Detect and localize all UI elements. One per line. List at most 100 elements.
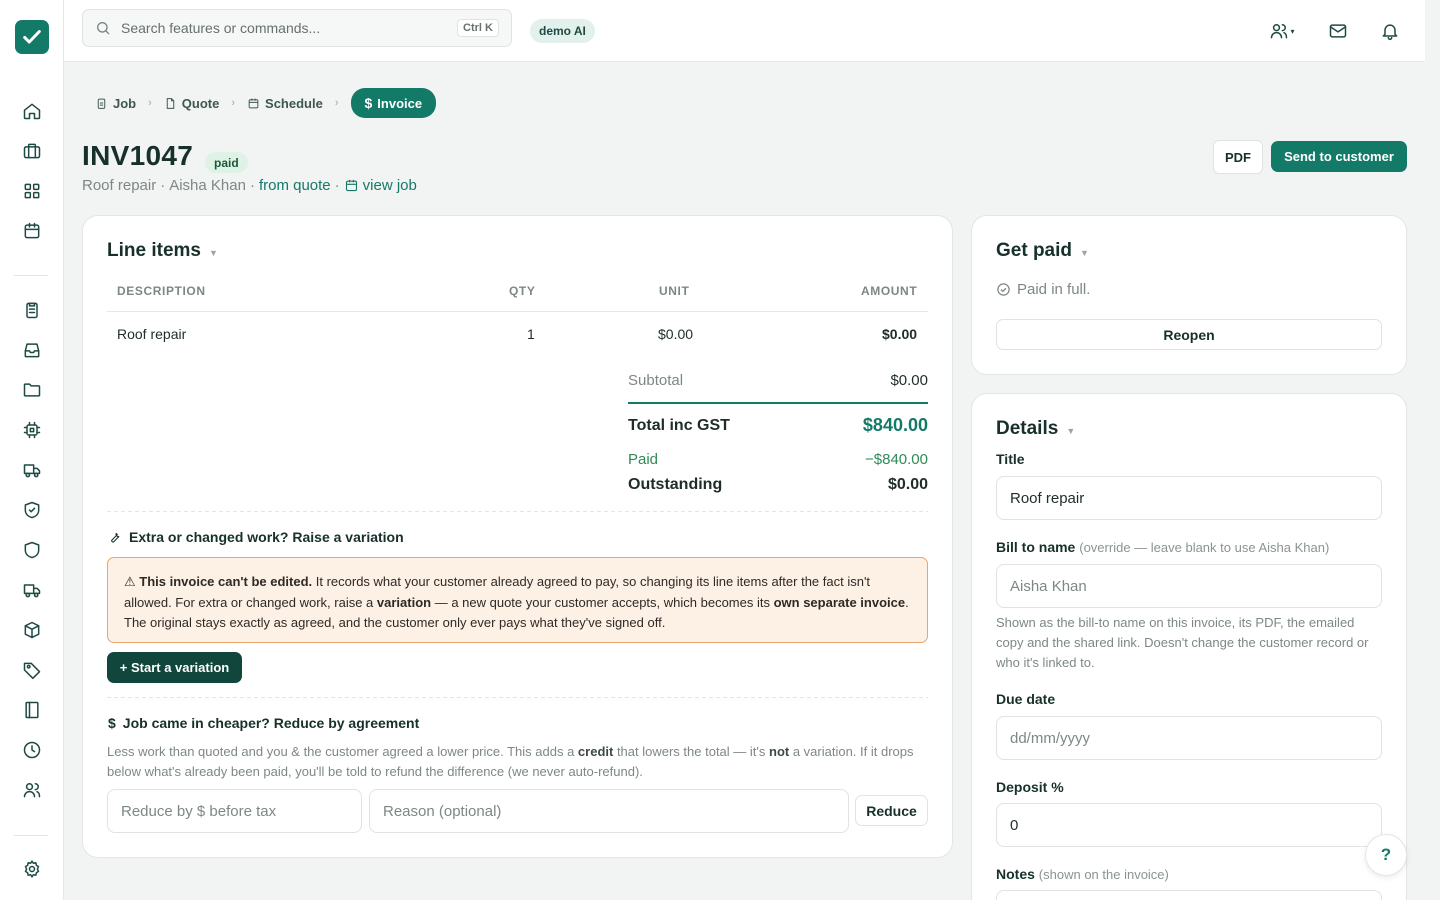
col-unit: UNIT [659,284,690,298]
shield-check-icon[interactable] [20,498,44,522]
notes-label-text: Notes [996,866,1035,882]
top-bar: Search features or commands... Ctrl K de… [64,0,1425,62]
subtotal-label: Subtotal [628,372,684,389]
document-icon [166,97,175,109]
deposit-field[interactable]: 0 [996,803,1382,847]
reduce-button[interactable]: Reduce [855,795,928,826]
notes-hint: (shown on the invoice) [1038,867,1169,882]
sidebar-divider [14,275,48,276]
reduce-amount-input[interactable]: Reduce by $ before tax [107,789,362,833]
book-icon[interactable] [20,698,44,722]
folder-icon[interactable] [20,378,44,402]
title-label: Title [996,451,1025,467]
users-icon[interactable] [20,778,44,802]
delivery-truck-icon[interactable] [20,578,44,602]
sidebar [0,0,64,900]
notes-label: Notes (shown on the invoice) [996,866,1169,882]
payment-status-text: Paid in full. [1017,281,1091,298]
subtotal-value: $0.00 [890,372,928,389]
pdf-button[interactable]: PDF [1213,140,1263,174]
details-title: Details [996,418,1059,439]
invoice-subtitle: Roof repair · Aisha Khan · from quote · … [82,177,417,194]
tag-icon[interactable] [20,658,44,682]
warning-box: ⚠ This invoice can't be edited. It recor… [107,557,928,643]
calendar-icon [345,179,357,192]
chip-icon[interactable] [20,418,44,442]
team-switcher-icon[interactable]: ▾ [1267,19,1297,43]
box-icon[interactable] [20,618,44,642]
total-label: Total inc GST [628,417,730,434]
details-heading[interactable]: Details ▼ [996,418,1075,440]
row-qty[interactable]: 1 [527,326,535,342]
truck-icon[interactable] [20,458,44,482]
get-paid-heading[interactable]: Get paid ▼ [996,240,1089,262]
demo-badge[interactable]: demo AI [530,19,595,43]
calendar-icon[interactable] [20,219,44,243]
calendar-icon [248,98,259,108]
total-divider [628,402,928,404]
clipboard-icon[interactable] [20,298,44,322]
section-divider [107,511,928,512]
row-unit[interactable]: $0.00 [658,326,693,342]
reduce-text-1: Less work than quoted and you & the cust… [107,744,578,759]
shield-icon[interactable] [20,538,44,562]
send-to-customer-button[interactable]: Send to customer [1271,141,1407,172]
clock-icon[interactable] [20,738,44,762]
separator: · [334,177,340,194]
dollar-icon: $ [108,715,116,731]
line-items-title: Line items [107,240,201,261]
chevron-down-icon: ▼ [208,247,218,258]
home-icon[interactable] [20,99,44,123]
breadcrumb-invoice[interactable]: $ Invoice [350,88,437,118]
bill-to-label-text: Bill to name [996,539,1076,555]
from-quote-link[interactable]: from quote [259,177,331,194]
view-job-link[interactable]: view job [363,177,417,194]
notes-field[interactable] [996,890,1382,900]
search-placeholder: Search features or commands... [121,20,321,36]
reduce-text-2: that lowers the total — it's [613,744,769,759]
reduce-reason-input[interactable]: Reason (optional) [369,789,849,833]
mail-icon[interactable] [1326,19,1350,43]
breadcrumb-schedule-label: Schedule [265,95,323,111]
due-date-field[interactable]: dd/mm/yyyy [996,716,1382,760]
reduce-heading: $ Job came in cheaper? Reduce by agreeme… [108,715,419,731]
breadcrumb-separator: › [231,97,236,109]
col-description: DESCRIPTION [117,284,206,298]
search-input[interactable]: Search features or commands... Ctrl K [82,9,512,47]
search-icon [97,22,110,35]
payment-status: Paid in full. [996,281,1090,298]
reduce-heading-text: Job came in cheaper? Reduce by agreement [122,715,420,731]
breadcrumb: Job › Quote › Schedule › $ Invoice [95,88,437,118]
help-button[interactable]: ? [1365,834,1407,876]
breadcrumb-quote-label: Quote [181,95,220,111]
row-description[interactable]: Roof repair [117,326,186,342]
warning-bold-2: variation [376,594,432,610]
title-field[interactable]: Roof repair [996,476,1382,520]
breadcrumb-separator: › [334,97,339,109]
variation-heading: Extra or changed work? Raise a variation [108,529,404,545]
gear-icon[interactable] [20,857,44,881]
bell-icon[interactable] [1378,19,1402,43]
briefcase-icon[interactable] [20,139,44,163]
search-shortcut: Ctrl K [457,19,499,37]
bill-to-field[interactable]: Aisha Khan [996,564,1382,608]
breadcrumb-invoice-label: Invoice [377,95,423,111]
grid-icon[interactable] [20,179,44,203]
check-circle-icon [997,283,1010,296]
breadcrumb-job[interactable]: Job [95,96,136,111]
start-variation-button[interactable]: + Start a variation [107,652,242,683]
get-paid-title: Get paid [996,240,1073,261]
bill-to-hint: (override — leave blank to use Aisha Kha… [1079,540,1330,555]
breadcrumb-quote[interactable]: Quote [164,95,220,111]
reopen-button[interactable]: Reopen [996,319,1382,350]
paid-label: Paid [628,451,659,468]
job-title: Roof repair [82,177,157,194]
logo-check-icon[interactable] [15,20,49,54]
col-qty: QTY [509,284,536,298]
reduce-bold-1: credit [577,744,614,759]
warning-bold-1: This invoice can't be edited. [139,574,313,589]
inbox-icon[interactable] [20,338,44,362]
line-items-heading[interactable]: Line items ▼ [107,240,218,262]
deposit-label: Deposit % [996,779,1064,795]
breadcrumb-schedule[interactable]: Schedule [247,96,323,111]
